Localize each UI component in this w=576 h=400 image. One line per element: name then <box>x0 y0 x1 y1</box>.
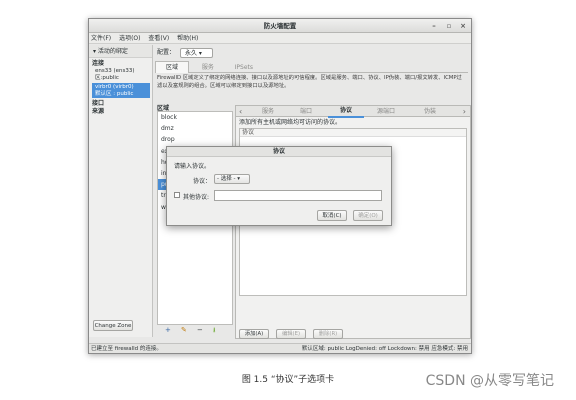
title-bar: 防火墙配置 – ▫ × <box>89 19 471 33</box>
sources-header: 来源 <box>92 108 105 115</box>
add-protocol-button[interactable]: 添加(A) <box>239 329 269 339</box>
other-protocol-label: 其他协议: <box>183 194 210 201</box>
zone-item-dmz[interactable]: dmz <box>158 123 232 134</box>
chevron-left-icon[interactable]: ‹ <box>239 106 242 117</box>
protocol-dialog: 协议 请输入协议。 协议： - 选择 - ▾ 其他协议: 取消(C) 确定(O) <box>166 146 392 226</box>
remove-zone-icon[interactable]: − <box>197 325 203 335</box>
tab-ipsets[interactable]: IPSets <box>227 62 261 73</box>
window-title: 防火墙配置 <box>263 22 297 30</box>
subtab-protocols[interactable]: 协议 <box>328 106 364 118</box>
ok-button[interactable]: 确定(O) <box>353 210 383 221</box>
config-select[interactable]: 永久 ▾ <box>179 47 213 58</box>
subtab-services[interactable]: 服务 <box>250 106 286 117</box>
interfaces-header: 接口 <box>92 100 105 107</box>
change-zone-button[interactable]: Change Zone <box>93 320 133 331</box>
menu-options[interactable]: 选项(O) <box>119 35 140 42</box>
zone-item-drop[interactable]: drop <box>158 134 232 145</box>
zone-subtabs: ‹ 服务 端口 协议 源端口 伪装 › <box>236 106 470 118</box>
remove-protocol-button[interactable]: 删除(R) <box>313 329 343 339</box>
menu-view[interactable]: 查看(V) <box>148 35 169 42</box>
menu-help[interactable]: 帮助(H) <box>177 35 198 42</box>
active-bindings-toggle[interactable]: ▾ 活动的绑定 <box>89 45 152 58</box>
config-row: 配置： 永久 ▾ <box>153 45 471 61</box>
status-connection: 已建立至 firewalld 的连接。 <box>91 346 162 352</box>
menu-bar: 文件(F) 选项(O) 查看(V) 帮助(H) <box>89 33 471 44</box>
edit-zone-icon[interactable]: ✎ <box>181 325 187 335</box>
subtab-ports[interactable]: 端口 <box>288 106 324 117</box>
connection-virbr0-zone: 默认区 : public <box>95 90 134 97</box>
edit-protocol-button[interactable]: 编辑(E) <box>276 329 306 339</box>
main-tabs: 区域 服务 IPSets <box>155 61 468 73</box>
protocol-label: 协议： <box>193 178 212 185</box>
subtab-masquerade[interactable]: 伪装 <box>412 106 448 117</box>
other-protocol-input[interactable] <box>214 190 382 201</box>
tab-zones[interactable]: 区域 <box>155 61 189 73</box>
status-bar: 已建立至 firewalld 的连接。 默认区域: public LogDeni… <box>89 343 471 353</box>
cancel-button[interactable]: 取消(C) <box>317 210 347 221</box>
maximize-icon[interactable]: ▫ <box>442 19 456 33</box>
config-value: 永久 <box>184 49 197 57</box>
close-icon[interactable]: × <box>456 19 470 33</box>
subtab-source-ports[interactable]: 源端口 <box>366 106 406 117</box>
minimize-icon[interactable]: – <box>427 19 441 33</box>
zones-description: FirewallD 区域定义了绑定的网络连接、接口以及源地址的可信程度。区域是服… <box>157 75 462 89</box>
chevron-right-icon[interactable]: › <box>463 106 466 117</box>
dialog-prompt: 请输入协议。 <box>174 163 211 170</box>
protocol-select[interactable]: - 选择 - ▾ <box>214 174 250 184</box>
config-label: 配置： <box>157 49 176 56</box>
connection-ens33-zone: 区:public <box>95 75 119 81</box>
connections-header: 连接 <box>92 60 105 67</box>
active-bindings-panel: ▾ 活动的绑定 连接 ens33 (ens33) 区:public virbr0… <box>89 45 153 337</box>
other-protocol-checkbox[interactable] <box>174 192 180 198</box>
zone-toolbar: + ✎ − ⭳ <box>157 325 233 335</box>
connection-virbr0[interactable]: virbr0 (virbr0) 默认区 : public <box>92 83 150 98</box>
tab-services[interactable]: 服务 <box>191 62 225 73</box>
watermark: CSDN @从零写笔记 <box>425 373 554 389</box>
menu-file[interactable]: 文件(F) <box>91 35 111 42</box>
load-defaults-icon[interactable]: ⭳ <box>213 325 215 335</box>
connection-ens33-name[interactable]: ens33 (ens33) <box>95 68 150 75</box>
add-zone-icon[interactable]: + <box>165 325 171 335</box>
status-settings: 默认区域: public LogDenied: off Lockdown: 禁用… <box>301 346 468 352</box>
zone-item-block[interactable]: block <box>158 112 232 123</box>
dialog-title: 协议 <box>167 147 391 157</box>
protocol-list-header: 协议 <box>240 129 466 137</box>
